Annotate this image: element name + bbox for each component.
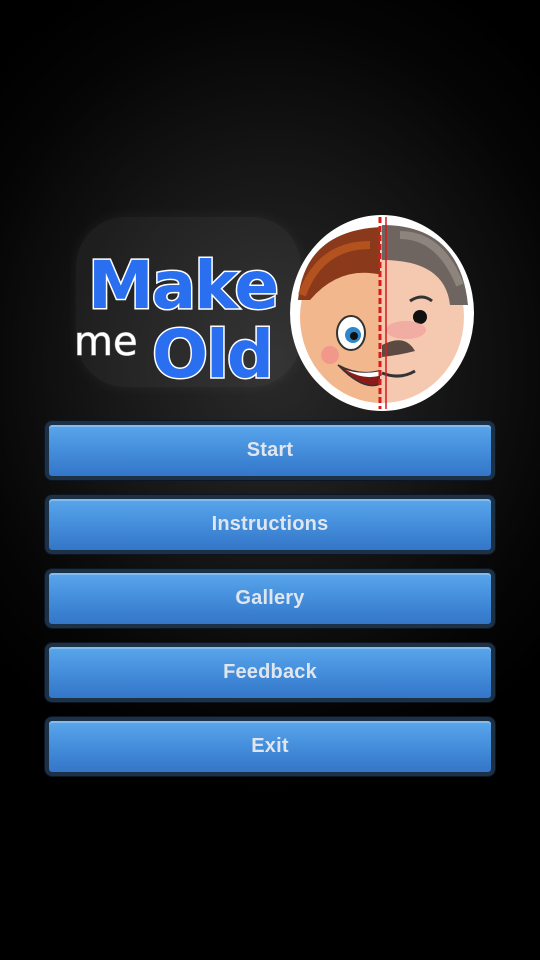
main-menu-screen: Make me Old Start Instructions Gallery F… (0, 0, 540, 960)
logo-word-me: me (74, 319, 138, 365)
gallery-button[interactable]: Gallery (45, 569, 495, 628)
exit-button[interactable]: Exit (45, 717, 495, 776)
feedback-button[interactable]: Feedback (45, 643, 495, 702)
start-button[interactable]: Start (45, 421, 495, 480)
app-logo: Make me Old (70, 205, 480, 415)
instructions-button[interactable]: Instructions (45, 495, 495, 554)
logo-word-old: Old (152, 316, 272, 393)
main-menu: Start Instructions Gallery Feedback Exit (45, 421, 495, 791)
logo-word-make: Make (88, 247, 277, 324)
app-logo-graphic: Make me Old (74, 215, 474, 411)
half-young-half-old-face-icon (290, 215, 474, 411)
